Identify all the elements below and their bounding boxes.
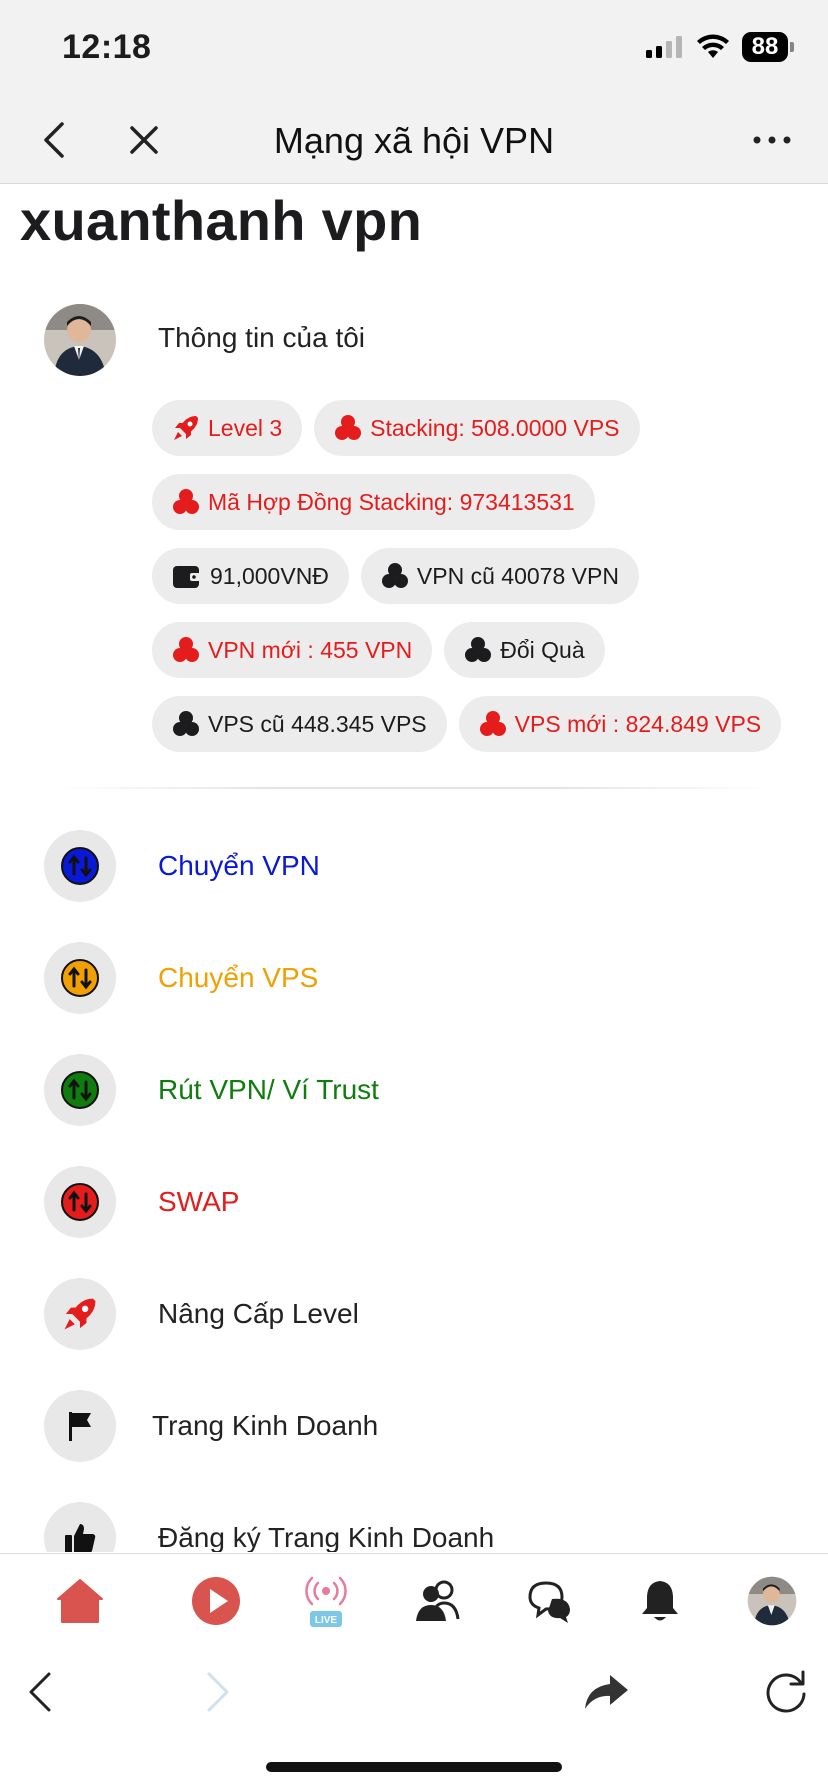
menu-icon-wrap [44, 1278, 116, 1350]
live-icon: LIVE [305, 1576, 347, 1627]
menu-item-transfer-vps[interactable]: Chuyển VPS [0, 928, 828, 1028]
flag-icon [69, 1412, 91, 1441]
status-icons: 88 [644, 32, 794, 62]
home-icon [57, 1579, 103, 1623]
menu-label: SWAP [158, 1186, 240, 1217]
chip-vpn-old[interactable]: VPN cũ 40078 VPN [360, 548, 639, 604]
menu-item-register-business-page[interactable]: Đăng ký Trang Kinh Doanh [0, 1488, 828, 1552]
my-info-label[interactable]: Thông tin của tôi [158, 322, 365, 354]
more-icon [753, 136, 791, 144]
rocket-icon [174, 416, 198, 440]
coins-icon [381, 563, 408, 588]
menu-item-business-page[interactable]: Trang Kinh Doanh [0, 1376, 828, 1476]
browser-forward-button[interactable] [186, 1660, 250, 1724]
tab-friends[interactable] [403, 1566, 473, 1636]
menu-icon-wrap [44, 1166, 116, 1238]
transfer-icon [61, 1071, 99, 1109]
chip-label: Stacking: 508.0000 VPS [370, 414, 620, 441]
menu-label: Rút VPN/ Ví Trust [158, 1074, 379, 1105]
bottom-tab-bar: LIVE [0, 1553, 828, 1647]
chip-label: VPS cũ 448.345 VPS [208, 710, 427, 737]
chip-vps-new[interactable]: VPS mới : 824.849 VPS [458, 696, 782, 752]
chip-contract-code[interactable]: Mã Hợp Đồng Stacking: 973413531 [152, 474, 595, 530]
chip-label: 91,000VNĐ [210, 562, 329, 589]
friends-icon [416, 1580, 460, 1621]
play-icon [192, 1577, 240, 1625]
coins-icon [335, 415, 362, 440]
menu-item-withdraw-vpn[interactable]: Rút VPN/ Ví Trust [0, 1040, 828, 1140]
more-button[interactable] [742, 110, 802, 170]
signal-icon [646, 36, 682, 58]
menu-label: Trang Kinh Doanh [152, 1410, 379, 1441]
tab-live[interactable]: LIVE [291, 1566, 361, 1636]
profile-name: xuanthanh vpn [20, 189, 423, 252]
menu-item-transfer-vpn[interactable]: Chuyển VPN [0, 816, 828, 916]
bell-icon [642, 1581, 678, 1621]
avatar [747, 1576, 797, 1626]
menu-label: Nâng Cấp Level [158, 1298, 359, 1329]
menu-icon-wrap [44, 1390, 116, 1462]
chevron-left-icon [29, 1672, 51, 1712]
chip-label: Đổi Quà [500, 636, 585, 663]
thumbs-up-icon [65, 1524, 96, 1552]
status-time: 12:18 [62, 28, 152, 66]
chip-label: VPN cũ 40078 VPN [416, 562, 619, 589]
chip-label: VPN mới : 455 VPN [208, 636, 413, 663]
menu-item-swap[interactable]: SWAP [0, 1152, 828, 1252]
home-indicator [266, 1762, 562, 1772]
reload-icon [766, 1670, 806, 1713]
chip-label: VPS mới : 824.849 VPS [514, 710, 762, 737]
menu-icon-wrap [44, 1054, 116, 1126]
chip-stacking[interactable]: Stacking: 508.0000 VPS [314, 400, 640, 456]
transfer-icon [61, 847, 99, 885]
coins-icon [173, 711, 199, 736]
menu-label: Đăng ký Trang Kinh Doanh [158, 1522, 495, 1552]
tab-video[interactable] [181, 1566, 251, 1636]
tab-profile[interactable] [737, 1566, 807, 1636]
chevron-right-icon [207, 1672, 229, 1712]
live-badge: LIVE [315, 1615, 338, 1626]
battery-level: 88 [742, 32, 788, 62]
stats-chips: Level 3 Stacking: 508.0000 VPS Mã Hợp Đồ… [152, 400, 812, 770]
chip-label: Mã Hợp Đồng Stacking: 973413531 [208, 488, 575, 515]
nav-bar: Mạng xã hội VPN [0, 96, 828, 184]
menu-icon-wrap [44, 942, 116, 1014]
transfer-icon [61, 959, 99, 997]
menu-icon-wrap [44, 1502, 116, 1552]
avatar[interactable] [44, 304, 116, 376]
status-bar: 12:18 88 [0, 0, 828, 96]
nav-title: Mạng xã hội VPN [273, 120, 555, 161]
menu-icon-wrap [44, 830, 116, 902]
browser-toolbar [0, 1648, 828, 1792]
tab-notifications[interactable] [625, 1566, 695, 1636]
coins-icon [173, 489, 199, 514]
wallet-icon [173, 566, 200, 588]
chip-redeem-gift[interactable]: Đổi Quà [444, 622, 605, 678]
coins-icon [479, 711, 506, 736]
share-button[interactable] [574, 1660, 638, 1724]
coins-icon [173, 637, 199, 662]
rocket-icon [64, 1298, 96, 1330]
chip-vps-old[interactable]: VPS cũ 448.345 VPS [152, 696, 447, 752]
divider [56, 787, 772, 789]
menu-label: Chuyển VPN [158, 850, 320, 881]
chat-icon [528, 1581, 570, 1623]
tab-home[interactable] [45, 1566, 115, 1636]
chip-label: Level 3 [208, 414, 283, 441]
tab-messages[interactable] [515, 1566, 585, 1636]
wifi-icon [697, 34, 729, 58]
share-icon [585, 1675, 628, 1709]
browser-back-button[interactable] [8, 1660, 72, 1724]
transfer-icon [61, 1183, 99, 1221]
chip-level[interactable]: Level 3 [152, 400, 303, 456]
reload-button[interactable] [754, 1660, 818, 1724]
menu-label: Chuyển VPS [158, 962, 319, 993]
battery-icon: 88 [742, 32, 794, 62]
chip-vpn-new[interactable]: VPN mới : 455 VPN [152, 622, 433, 678]
coins-icon [465, 637, 492, 662]
chip-wallet[interactable]: 91,000VNĐ [152, 548, 349, 604]
menu-item-upgrade-level[interactable]: Nâng Cấp Level [0, 1264, 828, 1364]
